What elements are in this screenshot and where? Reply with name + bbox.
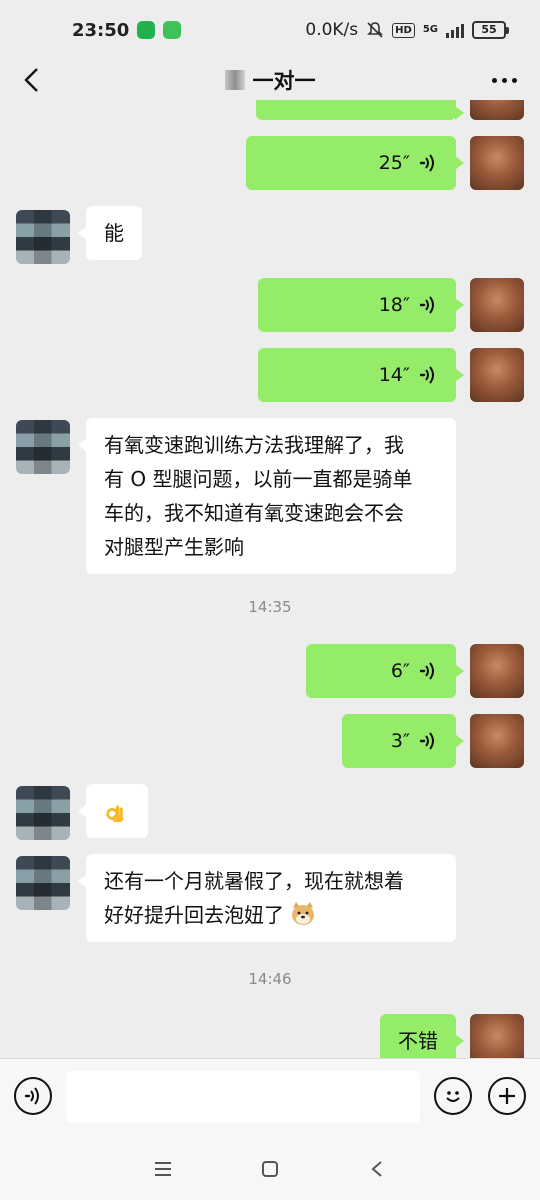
status-bar: 23:50 0.0K/s HD 5G 55	[0, 0, 540, 60]
contact-avatar[interactable]	[16, 786, 70, 840]
voice-duration: 6″	[390, 660, 410, 682]
message-input[interactable]	[66, 1071, 420, 1123]
system-nav-bar	[0, 1138, 540, 1200]
plus-icon	[499, 1088, 515, 1104]
input-bar	[0, 1058, 540, 1138]
voice-message[interactable]: 3″	[342, 714, 464, 768]
voice-message[interactable]: 14″	[258, 348, 464, 402]
emoji-button[interactable]	[434, 1077, 472, 1115]
voice-message[interactable]: 6″	[306, 644, 464, 698]
my-avatar[interactable]	[470, 1014, 524, 1058]
nav-menu-button[interactable]	[143, 1149, 183, 1189]
message-line: 好好提升回去泡妞了	[104, 903, 284, 927]
emoji-icon	[446, 1091, 460, 1102]
voice-duration: 3″	[390, 730, 410, 752]
hd-badge: HD	[392, 22, 415, 38]
my-avatar[interactable]	[470, 100, 524, 120]
nav-back-button[interactable]	[357, 1149, 397, 1189]
mute-icon	[367, 22, 384, 38]
back-triangle-icon	[371, 1161, 382, 1177]
voice-wave-icon	[419, 296, 434, 314]
my-avatar[interactable]	[470, 348, 524, 402]
doge-emoji-icon	[292, 902, 315, 925]
message-text: 能	[104, 221, 124, 245]
message-line: 还有一个月就暑假了，现在就想着	[104, 869, 404, 893]
battery-icon: 55	[472, 21, 509, 39]
home-square-icon	[261, 1161, 278, 1177]
voice-toggle-button[interactable]	[14, 1077, 52, 1115]
voice-message[interactable]: 25″	[246, 136, 464, 190]
app-notification-icon	[163, 21, 182, 39]
more-dots-icon	[491, 77, 497, 83]
my-avatar[interactable]	[470, 714, 524, 768]
signal-icon	[446, 22, 464, 38]
emoji-message[interactable]	[78, 784, 148, 838]
text-message[interactable]: 还有一个月就暑假了，现在就想着 好好提升回去泡妞了	[78, 854, 456, 942]
wechat-notification-icon	[137, 21, 156, 39]
nav-home-button[interactable]	[250, 1149, 290, 1189]
text-message[interactable]: 不错	[380, 1014, 464, 1058]
contact-avatar[interactable]	[16, 210, 70, 264]
message-line: 有 O 型腿问题，以前一直都是骑单	[104, 467, 413, 491]
chat-header: 一对一	[0, 60, 540, 100]
message-line: 对腿型产生影响	[104, 535, 244, 559]
chat-title: 一对一	[252, 69, 316, 93]
message-text: 不错	[398, 1029, 438, 1053]
message-line: 有氧变速跑训练方法我理解了，我	[104, 433, 404, 457]
voice-wave-icon	[419, 662, 434, 680]
voice-duration: 14″	[378, 364, 410, 386]
voice-icon	[24, 1087, 39, 1105]
my-avatar[interactable]	[470, 136, 524, 190]
more-button[interactable]	[486, 62, 522, 98]
my-avatar[interactable]	[470, 644, 524, 698]
net-speed: 0.0K/s	[305, 20, 359, 40]
message-line: 车的，我不知道有氧变速跑会不会	[104, 501, 404, 525]
blurred-name	[224, 70, 245, 90]
voice-duration: 25″	[378, 152, 410, 174]
timestamp: 14:35	[248, 598, 292, 616]
voice-wave-icon	[419, 154, 434, 172]
voice-duration: 18″	[378, 294, 410, 316]
back-button[interactable]	[14, 62, 50, 98]
plus-button[interactable]	[488, 1077, 526, 1115]
contact-avatar[interactable]	[16, 856, 70, 910]
my-avatar[interactable]	[470, 278, 524, 332]
voice-message[interactable]: 18″	[258, 278, 464, 332]
menu-icon	[155, 1162, 172, 1176]
ok-hand-emoji-icon	[106, 805, 124, 822]
text-message[interactable]: 有氧变速跑训练方法我理解了，我 有 O 型腿问题，以前一直都是骑单 车的，我不知…	[78, 418, 456, 574]
partial-voice-bubble[interactable]	[256, 100, 464, 120]
message-list[interactable]: 25″ 能 18″ 14″ 有氧变速跑训练方法我理解了，我 有 O 型腿问题，以…	[0, 100, 540, 1058]
status-time: 23:50	[72, 19, 130, 41]
voice-wave-icon	[419, 366, 434, 384]
chevron-left-icon	[24, 68, 38, 92]
timestamp: 14:46	[248, 970, 292, 988]
voice-wave-icon	[419, 732, 434, 750]
text-message[interactable]: 能	[78, 206, 142, 260]
network-type: 5G	[422, 24, 438, 35]
contact-avatar[interactable]	[16, 420, 70, 474]
